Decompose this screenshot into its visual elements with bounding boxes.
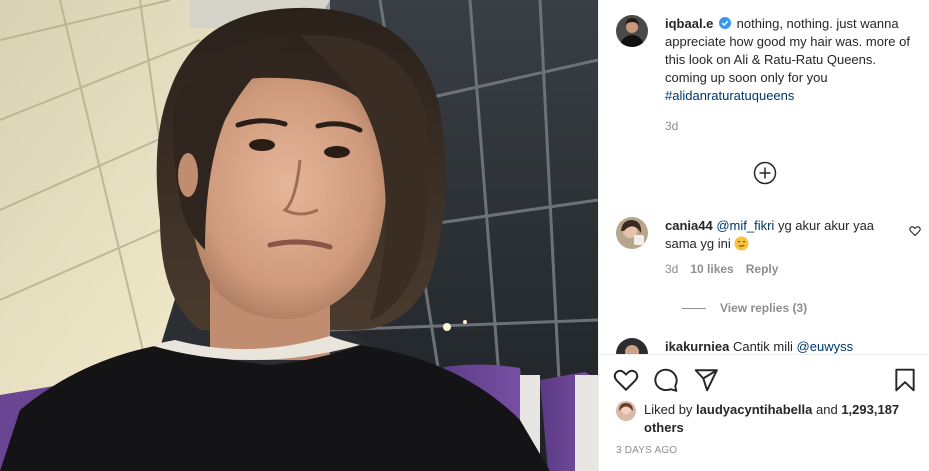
liker-avatar-image <box>616 401 636 421</box>
comment-mention[interactable]: @euwyss <box>797 339 854 354</box>
post-side-panel: iqbaal.e nothing, nothing. just wanna ap… <box>598 0 929 471</box>
liker-username[interactable]: laudyacyntihabella <box>696 402 812 417</box>
post-timestamp[interactable]: 3 DAYS AGO <box>616 445 677 456</box>
view-replies-button[interactable]: View replies (3) <box>682 301 807 315</box>
author-avatar-image <box>616 15 648 47</box>
comment-likes[interactable]: 10 likes <box>690 262 733 276</box>
comment-item: cania44 @mif_fikri yg akur akur yaa sama… <box>616 217 921 315</box>
comment-bubble-icon[interactable] <box>653 367 679 393</box>
caption-block: iqbaal.e nothing, nothing. just wanna ap… <box>616 15 921 133</box>
comment-mention[interactable]: @mif_fikri <box>716 218 774 233</box>
commenter-avatar[interactable] <box>616 217 648 249</box>
heart-icon[interactable] <box>613 367 639 393</box>
comment-text: Cantik mili <box>732 339 793 354</box>
liked-by-conjunction: and <box>816 402 838 417</box>
instagram-post: iqbaal.e nothing, nothing. just wanna ap… <box>0 0 929 471</box>
bookmark-icon[interactable] <box>892 367 918 393</box>
comment-item: ikakurniea Cantik mili @euwyss <box>616 338 921 354</box>
smirk-emoji-icon <box>734 236 749 251</box>
post-photo[interactable] <box>0 0 598 471</box>
paper-plane-icon[interactable] <box>693 367 719 393</box>
post-actions-section: Liked by laudyacyntihabella and 1,293,18… <box>599 354 929 471</box>
reply-button[interactable]: Reply <box>746 262 779 276</box>
liked-by-prefix: Liked by <box>644 402 693 417</box>
liked-by-row: Liked by laudyacyntihabella and 1,293,18… <box>616 401 916 437</box>
plus-circle-icon[interactable] <box>753 161 777 185</box>
caption-timestamp[interactable]: 3d <box>665 119 921 133</box>
verified-badge-icon <box>719 16 732 29</box>
comment-timestamp[interactable]: 3d <box>665 262 678 276</box>
commenter-avatar-image <box>616 338 648 354</box>
commenter-avatar-image <box>616 217 648 249</box>
caption-hashtag[interactable]: #alidanraturatuqueens <box>665 88 794 103</box>
commenter-username[interactable]: ikakurniea <box>665 339 729 354</box>
commenter-avatar[interactable] <box>616 338 648 354</box>
view-replies-line <box>682 307 706 309</box>
author-avatar[interactable] <box>616 15 648 47</box>
author-username[interactable]: iqbaal.e <box>665 16 713 31</box>
view-replies-label: View replies (3) <box>720 301 808 315</box>
commenter-username[interactable]: cania44 <box>665 218 713 233</box>
liker-avatar[interactable] <box>616 401 636 421</box>
selfie-image <box>0 0 598 471</box>
comment-like-heart-icon[interactable] <box>909 225 921 237</box>
